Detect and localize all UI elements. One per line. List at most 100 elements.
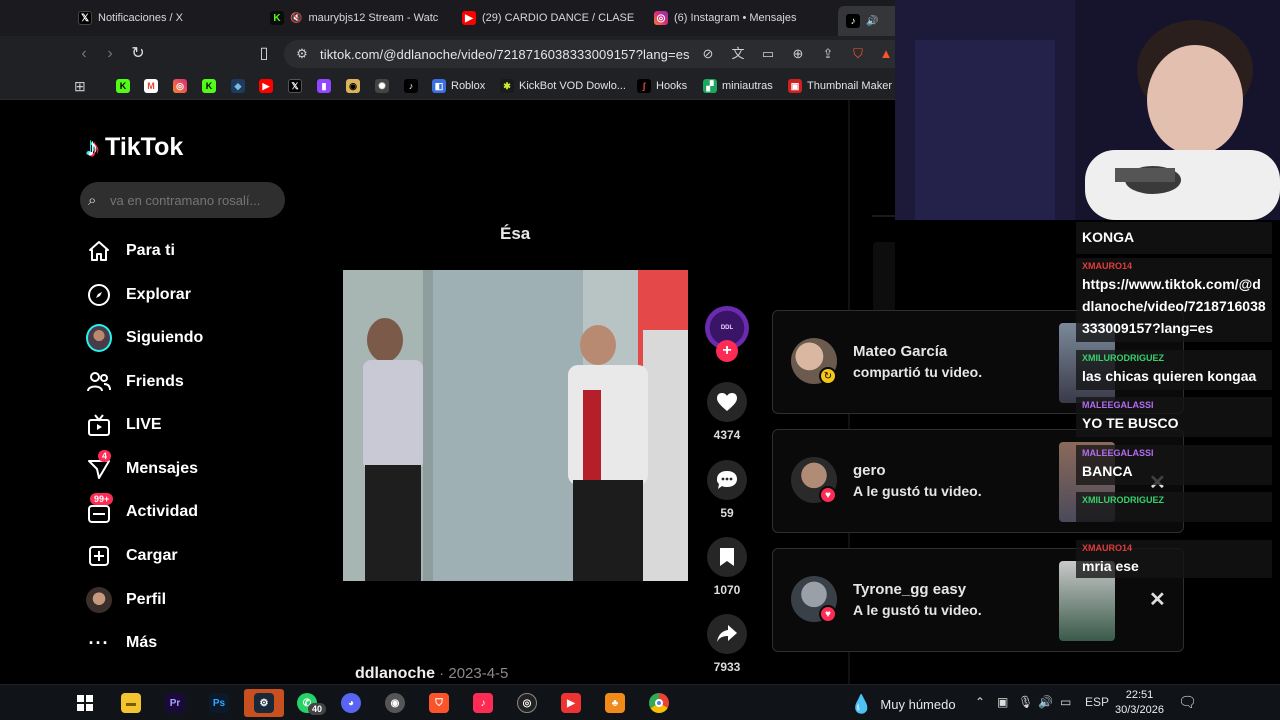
brave-shield-icon[interactable]: ⛉ [850,46,866,62]
like-count: 4374 [713,428,741,442]
nav-mensajes[interactable]: 4 Mensajes [86,450,198,483]
ai-icon[interactable]: ◉ [346,78,360,94]
save-button[interactable]: 1070 [704,537,750,597]
nav-friends[interactable]: Friends [86,368,184,396]
brave-icon[interactable]: ⛉ [424,689,454,717]
x-bookmark-icon[interactable]: 𝕏 [288,78,302,94]
zoom-icon[interactable]: ⊕ [790,46,806,62]
notifications-icon[interactable]: 🗨 [1178,693,1197,711]
search-input[interactable] [110,192,280,208]
streamlabs-icon[interactable]: ▶ [556,689,586,717]
fl-studio-icon[interactable]: ♣ [600,689,630,717]
close-icon[interactable]: ✕ [1149,587,1166,612]
nav-live[interactable]: LIVE [86,411,162,439]
tab-youtube-cardio[interactable]: ▶ (29) CARDIO DANCE / CLASE C [462,6,634,30]
system-clock[interactable]: 22:51 30/3/2026 [1115,688,1164,718]
instagram-bookmark-icon[interactable]: ◎ [173,78,187,94]
video-author[interactable]: ddlanoche · 2023-4-5 [355,665,508,683]
tiktok-bookmark-icon[interactable]: ♪ [404,78,418,94]
no-tracking-icon[interactable]: ⊘ [700,46,716,62]
chatgpt-icon[interactable]: ✺ [375,78,389,94]
tiktok-icon: ♪ [846,14,860,28]
nav-mas[interactable]: ··· Más [86,629,158,657]
notification-user: Tyrone_gg easy [853,581,967,598]
tiktok-logo[interactable]: ♪ TikTok [86,132,183,163]
audio-icon: 🔊 [866,15,879,27]
bookmark-hooks[interactable]: ʃ Hooks [637,78,687,94]
nav-label: Perfil [126,591,167,608]
nav-perfil[interactable]: Perfil [86,586,166,614]
nav-label: Para ti [126,242,175,259]
video-player[interactable] [343,270,688,581]
bookmark-thumbnail-maker[interactable]: ▣ Thumbnail Maker [788,78,892,94]
tiktok-app-icon[interactable]: ♪ [468,689,498,717]
chevron-up-icon[interactable]: ⌃ [975,695,985,709]
vpn-icon[interactable]: ◆ [231,78,245,94]
site-settings-icon[interactable]: ⚙ [294,46,310,62]
file-explorer-icon[interactable]: ▬ [116,689,146,717]
nav-explorar[interactable]: Explorar [86,281,191,309]
creator-avatar-button[interactable]: DDL + [704,306,750,362]
youtube-bookmark-icon[interactable]: ▶ [259,78,273,94]
apps-grid-icon[interactable]: ⊞ [74,78,86,94]
reload-icon[interactable]: ↻ [128,44,148,64]
kick-bookmark-2-icon[interactable]: K [202,78,216,94]
discord-icon[interactable]: ◕ [336,689,366,717]
premiere-icon[interactable]: Pr [160,689,190,717]
share-button[interactable]: 7933 [704,614,750,674]
tab-tiktok-active[interactable]: ♪ 🔊 [838,6,895,36]
whatsapp-icon[interactable]: ✆ 40 [292,689,327,717]
obs-icon[interactable]: ◎ [512,689,542,717]
forward-icon[interactable]: › [100,44,120,64]
weather-widget[interactable]: 💧 Muy húmedo [850,694,956,715]
webcam-overlay [895,0,1280,220]
game-app-icon[interactable]: ◉ [380,689,410,717]
nav-cargar[interactable]: Cargar [86,542,178,570]
actividad-badge: 99+ [90,493,114,505]
nav-actividad[interactable]: 99+ Actividad [86,493,198,526]
address-bar[interactable]: ⚙ tiktok.com/@ddlanoche/video/7218716038… [284,40,895,68]
tab-x-notifications[interactable]: 𝕏 Notificaciones / X [78,6,258,30]
microphone-icon[interactable]: 🎙 [1018,695,1033,709]
brave-rewards-icon[interactable]: ▲ [878,46,894,62]
search-box[interactable]: ⌕ [80,182,285,218]
instagram-icon: ◎ [654,11,668,25]
logo-text: TikTok [105,133,184,161]
share-badge-icon: ↻ [819,367,837,385]
comment-button[interactable]: 59 [704,460,750,520]
nav-siguiendo[interactable]: Siguiendo [86,324,203,352]
bookmark-miniautras[interactable]: ▞ miniautras [703,78,773,94]
language-indicator[interactable]: ESP [1085,695,1109,709]
bookmark-roblox[interactable]: ◧ Roblox [432,78,485,94]
steam-icon[interactable]: ⚙ [244,689,284,717]
bookmark-icon[interactable]: ▯ [254,44,274,64]
weather-text: Muy húmedo [880,697,956,712]
save-count: 1070 [713,583,741,597]
translate-icon[interactable]: 文 [730,46,746,62]
cast-icon[interactable]: ▭ [760,46,776,62]
tab-label: Notificaciones / X [98,12,183,24]
bookmark-kickbot[interactable]: ✱ KickBot VOD Dowlo... [500,78,626,94]
kick-bookmark-icon[interactable]: K [116,78,130,94]
chat-username: XMILURODRIGUEZ [1082,495,1164,505]
nav-para-ti[interactable]: Para ti [86,237,175,265]
chat-text: mria ese [1082,558,1139,574]
photoshop-icon[interactable]: Ps [204,689,234,717]
twitch-icon[interactable]: ▮ [317,78,331,94]
like-button[interactable]: 4374 [704,382,750,442]
follow-plus-icon[interactable]: + [716,340,738,362]
tab-instagram[interactable]: ◎ (6) Instagram • Mensajes [654,6,824,30]
gmail-icon[interactable]: M [144,78,158,94]
back-icon[interactable]: ‹ [74,44,94,64]
tab-kick-stream[interactable]: K 🔇 maurybjs12 Stream - Watc [270,6,450,30]
share-icon[interactable]: ⇪ [820,46,836,62]
windows-start-icon[interactable] [70,689,100,717]
chrome-icon[interactable] [644,689,674,717]
post-date: · 2023-4-5 [435,665,509,682]
live-tv-icon [86,412,112,438]
volume-icon[interactable]: 🔊 [1038,695,1053,709]
camera-icon[interactable]: ▣ [997,695,1008,709]
network-icon[interactable]: ▭ [1060,695,1071,709]
notification-user: gero [853,462,886,479]
hooks-icon: ʃ [637,79,651,93]
